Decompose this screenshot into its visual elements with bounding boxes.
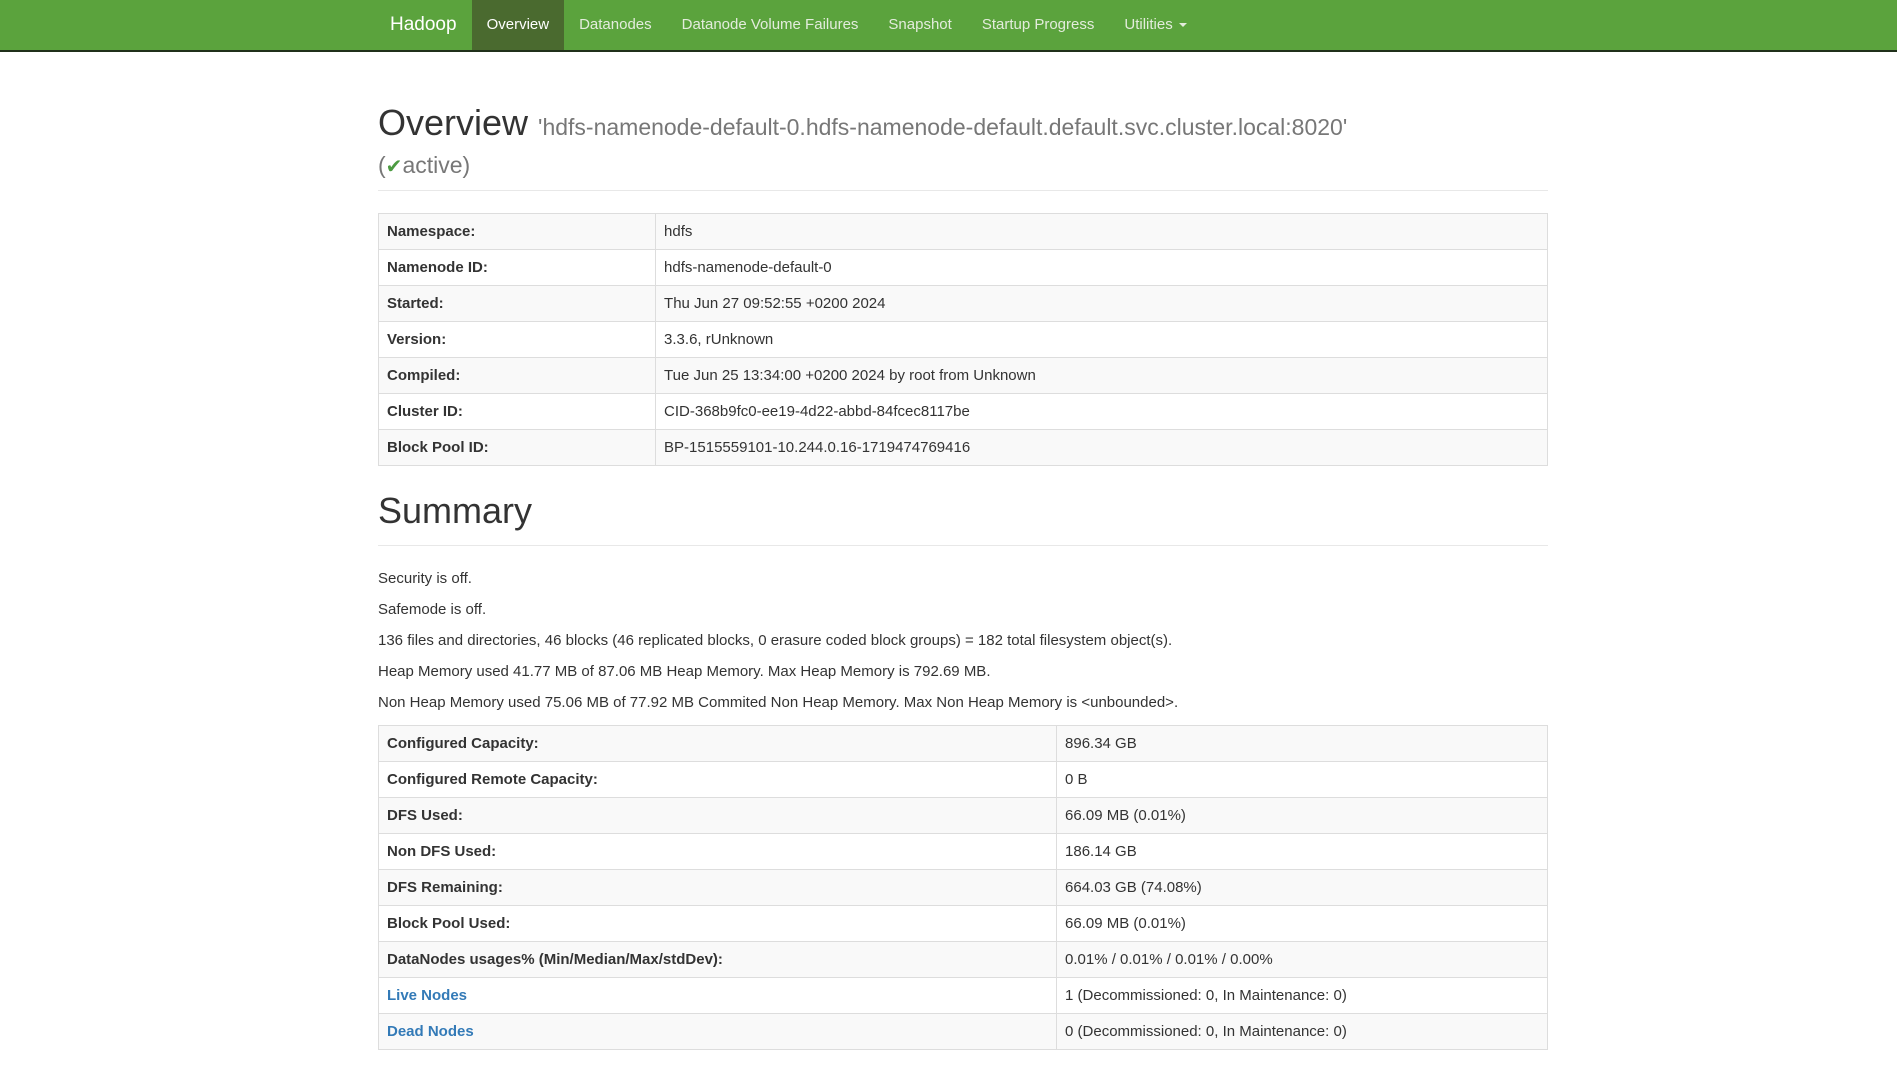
navbar-content: Hadoop Overview Datanodes Datanode Volum…: [378, 0, 1548, 50]
status-label: active): [402, 152, 470, 178]
row-value: Tue Jun 25 13:34:00 +0200 2024 by root f…: [656, 358, 1548, 394]
tab-snapshot[interactable]: Snapshot: [873, 0, 966, 50]
table-row: Live Nodes 1 (Decommissioned: 0, In Main…: [379, 978, 1548, 1014]
row-label: Namespace:: [379, 214, 656, 250]
table-row: Started: Thu Jun 27 09:52:55 +0200 2024: [379, 286, 1548, 322]
table-row: Namespace: hdfs: [379, 214, 1548, 250]
tab-overview[interactable]: Overview: [472, 0, 565, 50]
tab-utilities[interactable]: Utilities: [1109, 0, 1201, 50]
table-row: Version: 3.3.6, rUnknown: [379, 322, 1548, 358]
status-prefix: (: [378, 152, 386, 178]
summary-line-filesystem-objects: 136 files and directories, 46 blocks (46…: [378, 630, 1548, 651]
summary-line-heap-memory: Heap Memory used 41.77 MB of 87.06 MB He…: [378, 661, 1548, 682]
page-title: Overview: [378, 102, 528, 143]
table-row: Dead Nodes 0 (Decommissioned: 0, In Main…: [379, 1014, 1548, 1050]
row-label: Compiled:: [379, 358, 656, 394]
table-row: Compiled: Tue Jun 25 13:34:00 +0200 2024…: [379, 358, 1548, 394]
row-value: 664.03 GB (74.08%): [1057, 870, 1548, 906]
summary-header: Summary: [378, 486, 1548, 546]
row-value: 0 B: [1057, 762, 1548, 798]
page-title-block: Overview 'hdfs-namenode-default-0.hdfs-n…: [378, 98, 1548, 181]
summary-line-non-heap-memory: Non Heap Memory used 75.06 MB of 77.92 M…: [378, 692, 1548, 713]
tab-datanode-volume-failures[interactable]: Datanode Volume Failures: [667, 0, 874, 50]
row-label: DFS Used:: [379, 798, 1057, 834]
row-value: 0.01% / 0.01% / 0.01% / 0.00%: [1057, 942, 1548, 978]
table-row: DFS Used: 66.09 MB (0.01%): [379, 798, 1548, 834]
table-row: Cluster ID: CID-368b9fc0-ee19-4d22-abbd-…: [379, 394, 1548, 430]
summary-text: Security is off. Safemode is off. 136 fi…: [378, 568, 1548, 713]
table-row: Configured Capacity: 896.34 GB: [379, 726, 1548, 762]
table-row: DFS Remaining: 664.03 GB (74.08%): [379, 870, 1548, 906]
row-label: Configured Remote Capacity:: [379, 762, 1057, 798]
active-check-icon: ✔: [386, 156, 403, 178]
row-label: Live Nodes: [379, 978, 1057, 1014]
row-label: Started:: [379, 286, 656, 322]
table-row: Non DFS Used: 186.14 GB: [379, 834, 1548, 870]
brand-hadoop[interactable]: Hadoop: [378, 0, 472, 50]
table-row: DataNodes usages% (Min/Median/Max/stdDev…: [379, 942, 1548, 978]
table-row: Configured Remote Capacity: 0 B: [379, 762, 1548, 798]
row-label: Version:: [379, 322, 656, 358]
table-row: Block Pool Used: 66.09 MB (0.01%): [379, 906, 1548, 942]
tab-datanodes[interactable]: Datanodes: [564, 0, 667, 50]
tab-utilities-label: Utilities: [1124, 16, 1172, 33]
row-value: Thu Jun 27 09:52:55 +0200 2024: [656, 286, 1548, 322]
row-label: DataNodes usages% (Min/Median/Max/stdDev…: [379, 942, 1057, 978]
summary-line-security: Security is off.: [378, 568, 1548, 589]
row-label: Namenode ID:: [379, 250, 656, 286]
row-value: BP-1515559101-10.244.0.16-1719474769416: [656, 430, 1548, 466]
row-value: 896.34 GB: [1057, 726, 1548, 762]
row-label: Non DFS Used:: [379, 834, 1057, 870]
navbar: Hadoop Overview Datanodes Datanode Volum…: [0, 0, 1897, 52]
row-label: Cluster ID:: [379, 394, 656, 430]
row-label: Dead Nodes: [379, 1014, 1057, 1050]
row-label: Block Pool ID:: [379, 430, 656, 466]
row-value: hdfs: [656, 214, 1548, 250]
tab-startup-progress[interactable]: Startup Progress: [967, 0, 1110, 50]
row-value: CID-368b9fc0-ee19-4d22-abbd-84fcec8117be: [656, 394, 1548, 430]
row-value: 1 (Decommissioned: 0, In Maintenance: 0): [1057, 978, 1548, 1014]
chevron-down-icon: [1179, 23, 1187, 27]
table-row: Block Pool ID: BP-1515559101-10.244.0.16…: [379, 430, 1548, 466]
row-value: 3.3.6, rUnknown: [656, 322, 1548, 358]
row-value: 66.09 MB (0.01%): [1057, 798, 1548, 834]
navbar-menu: Overview Datanodes Datanode Volume Failu…: [472, 0, 1202, 50]
namenode-address: 'hdfs-namenode-default-0.hdfs-namenode-d…: [538, 114, 1347, 140]
row-label: Block Pool Used:: [379, 906, 1057, 942]
table-row: Namenode ID: hdfs-namenode-default-0: [379, 250, 1548, 286]
namenode-info-table: Namespace: hdfs Namenode ID: hdfs-nameno…: [378, 213, 1548, 466]
row-value: 66.09 MB (0.01%): [1057, 906, 1548, 942]
main-content: Overview 'hdfs-namenode-default-0.hdfs-n…: [378, 98, 1548, 1050]
summary-line-safemode: Safemode is off.: [378, 599, 1548, 620]
row-value: 186.14 GB: [1057, 834, 1548, 870]
row-value: hdfs-namenode-default-0: [656, 250, 1548, 286]
row-label: Configured Capacity:: [379, 726, 1057, 762]
overview-header: Overview 'hdfs-namenode-default-0.hdfs-n…: [378, 98, 1548, 191]
row-value: 0 (Decommissioned: 0, In Maintenance: 0): [1057, 1014, 1548, 1050]
live-nodes-link[interactable]: Live Nodes: [387, 987, 467, 1004]
row-label: DFS Remaining:: [379, 870, 1057, 906]
dead-nodes-link[interactable]: Dead Nodes: [387, 1023, 474, 1040]
summary-title: Summary: [378, 486, 1548, 536]
cluster-metrics-table: Configured Capacity: 896.34 GB Configure…: [378, 725, 1548, 1050]
namenode-status: (✔active): [378, 150, 1548, 182]
